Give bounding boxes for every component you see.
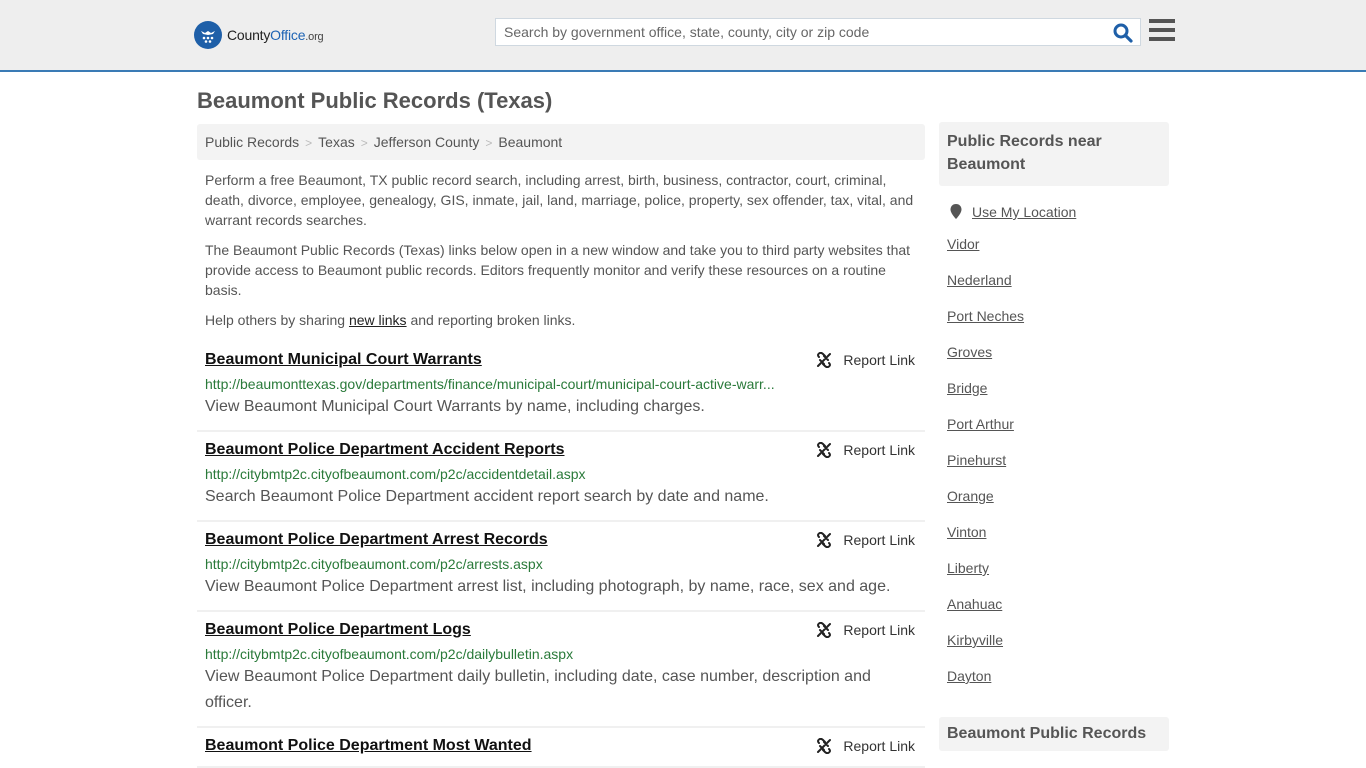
search-icon xyxy=(1113,23,1133,43)
record-description: View Beaumont Police Department arrest l… xyxy=(205,578,891,595)
nearby-link-bridge[interactable]: Bridge xyxy=(947,380,987,396)
broken-link-icon xyxy=(817,622,832,638)
list-item: Vidor xyxy=(947,236,1169,272)
record-item: Beaumont Police Department Most Wanted R… xyxy=(197,728,925,768)
list-item: Pinehurst xyxy=(947,452,1169,488)
record-title-link[interactable]: Beaumont Municipal Court Warrants xyxy=(205,350,482,370)
use-my-location-link[interactable]: Use My Location xyxy=(972,204,1076,220)
record-description: View Beaumont Police Department daily bu… xyxy=(205,668,871,711)
nearby-link-nederland[interactable]: Nederland xyxy=(947,272,1012,288)
nearby-link-vinton[interactable]: Vinton xyxy=(947,524,986,540)
intro-paragraph-3: Help others by sharing new links and rep… xyxy=(205,312,576,328)
nearby-link-pinehurst[interactable]: Pinehurst xyxy=(947,452,1006,468)
record-item: Beaumont Police Department Logs Report L… xyxy=(197,612,925,728)
list-item: Dayton xyxy=(947,668,1169,704)
logo-wordmark: CountyOffice.org xyxy=(227,27,324,43)
breadcrumb-public-records[interactable]: Public Records xyxy=(205,134,299,150)
nearby-list: Vidor Nederland Port Neches Groves Bridg… xyxy=(939,236,1169,704)
record-url[interactable]: http://citybmtp2c.cityofbeaumont.com/p2c… xyxy=(205,555,785,573)
broken-link-icon xyxy=(817,352,832,368)
nearby-link-port-neches[interactable]: Port Neches xyxy=(947,308,1024,324)
list-item: Orange xyxy=(947,488,1169,524)
new-links-link[interactable]: new links xyxy=(349,312,407,328)
list-item: Anahuac xyxy=(947,596,1169,632)
list-item: Nederland xyxy=(947,272,1169,308)
site-header: CountyOffice.org xyxy=(0,0,1366,72)
breadcrumb-beaumont[interactable]: Beaumont xyxy=(498,134,562,150)
breadcrumb-separator: > xyxy=(485,136,493,150)
record-title-link[interactable]: Beaumont Police Department Most Wanted xyxy=(205,736,532,756)
nearby-link-orange[interactable]: Orange xyxy=(947,488,994,504)
nearby-link-liberty[interactable]: Liberty xyxy=(947,560,989,576)
search-button[interactable] xyxy=(1112,22,1134,44)
nearby-link-port-arthur[interactable]: Port Arthur xyxy=(947,416,1014,432)
list-item: Port Neches xyxy=(947,308,1169,344)
record-url[interactable]: http://citybmtp2c.cityofbeaumont.com/p2c… xyxy=(205,465,785,483)
breadcrumb: Public Records > Texas > Jefferson County > Be… xyxy=(197,124,925,160)
list-item: Kirbyville xyxy=(947,632,1169,668)
search-box xyxy=(495,18,1141,46)
broken-link-icon xyxy=(817,442,832,458)
broken-link-icon xyxy=(817,532,832,548)
list-item: Bridge xyxy=(947,380,1169,416)
breadcrumb-separator: > xyxy=(305,136,313,150)
beaumont-records-heading: Beaumont Public Records xyxy=(939,717,1169,751)
report-link-button[interactable]: Report Link xyxy=(816,738,915,754)
report-link-button[interactable]: Report Link xyxy=(816,442,915,458)
record-description: View Beaumont Municipal Court Warrants b… xyxy=(205,398,705,415)
report-link-button[interactable]: Report Link xyxy=(816,532,915,548)
nearby-link-dayton[interactable]: Dayton xyxy=(947,668,991,684)
search-input[interactable] xyxy=(496,19,1106,45)
sidebar: Public Records near Beaumont Use My Loca… xyxy=(939,122,1169,704)
record-title-link[interactable]: Beaumont Police Department Logs xyxy=(205,620,471,640)
breadcrumb-separator: > xyxy=(360,136,368,150)
report-link-button[interactable]: Report Link xyxy=(816,622,915,638)
map-pin-icon xyxy=(950,204,962,219)
intro-paragraph-2: The Beaumont Public Records (Texas) link… xyxy=(205,242,911,298)
nearby-link-anahuac[interactable]: Anahuac xyxy=(947,596,1002,612)
record-item: Beaumont Police Department Accident Repo… xyxy=(197,432,925,522)
page-title: Beaumont Public Records (Texas) xyxy=(197,88,553,113)
eagle-stars-icon xyxy=(194,21,222,49)
breadcrumb-jefferson-county[interactable]: Jefferson County xyxy=(374,134,480,150)
list-item: Port Arthur xyxy=(947,416,1169,452)
list-item: Groves xyxy=(947,344,1169,380)
nearby-link-vidor[interactable]: Vidor xyxy=(947,236,979,252)
broken-link-icon xyxy=(817,738,832,754)
breadcrumb-texas[interactable]: Texas xyxy=(318,134,355,150)
record-url[interactable]: http://beaumonttexas.gov/departments/fin… xyxy=(205,375,785,393)
intro-paragraph-1: Perform a free Beaumont, TX public recor… xyxy=(205,172,914,228)
list-item: Vinton xyxy=(947,524,1169,560)
record-url[interactable]: http://citybmtp2c.cityofbeaumont.com/p2c… xyxy=(205,645,785,663)
record-description: Search Beaumont Police Department accide… xyxy=(205,488,769,505)
site-logo[interactable]: CountyOffice.org xyxy=(194,21,324,49)
hamburger-menu-icon[interactable] xyxy=(1149,19,1175,43)
nearby-heading: Public Records near Beaumont xyxy=(939,122,1169,186)
record-title-link[interactable]: Beaumont Police Department Accident Repo… xyxy=(205,440,564,460)
nearby-link-kirbyville[interactable]: Kirbyville xyxy=(947,632,1003,648)
report-link-button[interactable]: Report Link xyxy=(816,352,915,368)
intro-text: Perform a free Beaumont, TX public recor… xyxy=(205,170,921,340)
use-my-location: Use My Location xyxy=(939,204,1169,220)
nearby-link-groves[interactable]: Groves xyxy=(947,344,992,360)
record-item: Beaumont Police Department Arrest Record… xyxy=(197,522,925,612)
list-item: Liberty xyxy=(947,560,1169,596)
record-item: Beaumont Municipal Court Warrants Report… xyxy=(197,342,925,432)
record-title-link[interactable]: Beaumont Police Department Arrest Record… xyxy=(205,530,548,550)
record-list: Beaumont Municipal Court Warrants Report… xyxy=(197,342,925,768)
